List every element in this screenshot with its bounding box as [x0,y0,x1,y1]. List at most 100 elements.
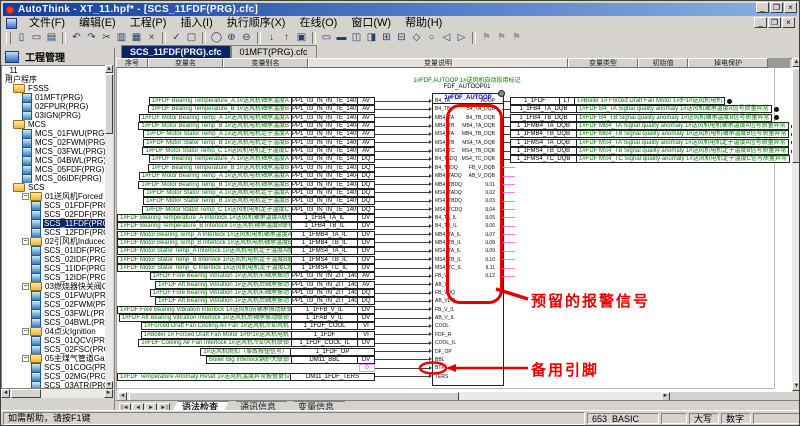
input-desc-box[interactable]: 1#FDF Temperature Anomaly Reset 1#送风机温度异… [117,373,291,381]
input-signal-box[interactable]: 1_1FMS4_TB_IL [291,256,358,264]
tree-item[interactable]: SCS_02FSC(PRG) [2,345,105,354]
collapse-icon[interactable]: − [22,355,29,362]
tree-item[interactable]: 02FPUR(PRG) [2,102,105,111]
output-signal-box[interactable]: 1_1FMS4_TB_DQB [510,147,577,155]
tree-item[interactable]: −02引风机Induced Draft [2,237,105,246]
input-desc-box[interactable]: 1#FDF Fore Bearing Vibration 1#送风机前轴承振动 [150,272,292,280]
canvas-vscroll-thumb[interactable] [792,68,800,163]
constant-value-box[interactable]: 0 [359,364,375,372]
scroll-left-icon[interactable]: ◄ [1,389,10,398]
input-desc-box[interactable]: 1#FDF Motor Bearing Temp_B 1#送风机电机轴承温度B [138,181,292,189]
input-desc-box[interactable]: 1#FDF Motor Stator Temp_C 1#送风机电机定子温度C [142,206,292,214]
tree-item[interactable]: SCS_02FDF(PRG) [2,210,105,219]
child-close-icon[interactable]: × [782,17,795,28]
menu-item-4[interactable]: 执行顺序(X) [220,17,293,30]
tree-item[interactable]: −04点火Ignition [2,327,105,336]
input-signal-box[interactable]: 1_1FB4_TB_IL [291,222,358,230]
input-desc-box[interactable]: 1#FDF Motor Bearing Temp_A 1#送风机电机轴承温度A [139,172,292,180]
input-type-box[interactable]: AV [357,281,375,289]
tree-item[interactable]: −03燃烧器快关阀Quick-cl [2,282,105,291]
output-desc-box[interactable]: 1#FDF MB4_TA Signal quality anomaly 1#送风… [576,122,789,130]
input-desc-box[interactable]: 1#FDF Motor Bearing Temp_A 1#送风机电机轴承温度A [139,114,292,122]
tree-item[interactable]: SCS [2,183,105,192]
input-signal-box[interactable]: PP1_03_IN_IN_ZIT_1401B [291,297,358,305]
input-desc-box[interactable]: 1#FDF Motor Stator Temp_B 1#送风机电机定子温度B [143,197,292,205]
input-signal-box[interactable]: PP1_03_IN_IN_TE_1403A [291,155,358,163]
input-signal-box[interactable]: PP1_03_IN_IN_TE_1404B [291,181,358,189]
input-signal-box[interactable]: 1_1FDF_COOL [291,322,358,330]
input-signal-box[interactable]: PP1_03_IN_IN_ZIT_1401A [291,289,358,297]
tree-item[interactable]: SCS_01FDF(PRG) [2,201,105,210]
monitor-icon[interactable]: ▣ [294,31,309,45]
input-desc-box[interactable]: 1#FDF Aft Bearing Vibration Interlock 1#… [119,314,292,322]
input-type-box[interactable]: DQ [357,189,375,197]
input-signal-box[interactable]: 1_1FMS4_TA_IL [291,247,358,255]
input-signal-box[interactable]: DM11_1FDF_TERS [290,373,375,381]
menu-item-2[interactable]: 工程(P) [123,17,174,30]
column-header-2[interactable]: 变量别名 [223,58,308,68]
tree-item[interactable]: MCS_06IDF(PRG) [2,174,105,183]
tree-item[interactable]: SCS_12IDF(PRG) [2,273,105,282]
copy-icon[interactable]: ▥ [114,31,129,45]
tree-item[interactable]: SCS_02MG(PRG) [2,372,105,381]
input-type-box[interactable]: DQ [357,297,375,305]
input-signal-box[interactable]: 1_1FDF_COOL_IL [291,339,358,347]
input-signal-box[interactable]: PP1_03_IN_IN_TE_1404A [291,114,358,122]
input-type-box[interactable]: AV [357,147,375,155]
input-desc-box[interactable]: 1#FDF Motor Bearing Temp_B Interlock 1#送… [117,239,292,247]
child-restore-icon[interactable]: ❐ [768,17,781,28]
block-tool-2-icon[interactable]: ▬ [334,31,349,45]
input-signal-box[interactable]: PP1_03_IN_IN_TE_1404B [291,122,358,130]
input-desc-box[interactable]: 1#FDF Motor Stator Temp_A 1#送风机电机定子温度A [143,130,292,138]
input-desc-box[interactable]: 1#FDF Motor Stator Temp_C Interlock 1#送风… [117,264,292,272]
toolbar-grip[interactable] [6,32,11,44]
tree-item[interactable]: MCS_03FWL(PRG) [2,147,105,156]
output-signal-box[interactable]: 1_1FMB4_TB_DQB [510,130,577,138]
tree-item[interactable]: MCS_04BWL(PRG) [2,156,105,165]
output-desc-box[interactable]: 1#FDF MS4_TB Signal quality anomaly 1#送风… [576,147,789,155]
input-type-box[interactable]: DQ [357,197,375,205]
input-signal-box[interactable]: PP1_03_IN_IN_TE_1405A [291,189,358,197]
input-desc-box[interactable]: 1#FDF Bearing Temperature_B 1#送风机轴承温度B [148,164,292,172]
scroll-up-icon[interactable]: ▲ [105,65,113,73]
input-type-box[interactable]: DQ [357,289,375,297]
collapse-icon[interactable]: − [22,328,29,335]
doc-tab-1[interactable]: 01MFT(PRG).cfc [231,45,317,58]
input-desc-box[interactable]: Boiler Big Interlock锅炉大联锁 [206,356,292,364]
input-signal-box[interactable]: PP1_03_IN_IN_TE_1403B [291,105,358,113]
close-icon[interactable]: × [784,2,797,13]
tree-item[interactable]: _11 [2,66,105,75]
delete-icon[interactable]: × [144,31,159,45]
menu-item-3[interactable]: 插入(I) [173,17,219,30]
input-signal-box[interactable]: 1_1FMS4_TC_IL [291,264,358,272]
input-desc-box[interactable]: 1#FDF Bearing Temperature_B 1#送风机轴承温度B [148,105,292,113]
input-type-box[interactable]: AV [357,139,375,147]
tree-item[interactable]: SCS_01FWU(PRG) [2,291,105,300]
paste-icon[interactable]: ▦ [129,31,144,45]
output-signal-box[interactable]: 1_1FDF [510,97,560,105]
input-type-box[interactable]: AV [357,114,375,122]
title-bar[interactable]: AutoThink - XT_11.hpf* - [SCS_11FDF(PRG)… [3,3,797,16]
tree-item[interactable]: SCS_01COG(PRG) [2,363,105,372]
minimize-icon[interactable]: _ [756,2,769,13]
menu-item-7[interactable]: 帮助(H) [398,17,449,30]
zoom-out-icon[interactable]: ⊖ [239,31,254,45]
block-tool-4-icon[interactable]: ◨ [364,31,379,45]
input-desc-box[interactable]: 1#FDF Cooling Air Fan Interlock 1#送风机冷却风… [138,339,292,347]
scroll-up-icon[interactable]: ▲ [792,58,800,67]
scroll-right-icon[interactable]: ► [104,389,113,398]
input-type-box[interactable]: DV [357,222,375,230]
output-signal-box[interactable]: 1_1FMB4_TA_DQB [510,122,577,130]
input-desc-box[interactable]: 1#FDF Aft Bearing Vibration 1#送风机后轴承振动 [155,297,292,305]
block-tool-1-icon[interactable]: ▭ [319,31,334,45]
block-tool-7-icon[interactable]: ◇ [409,31,424,45]
restore-icon[interactable]: ❐ [770,2,783,13]
child-minimize-icon[interactable]: _ [754,17,767,28]
collapse-icon[interactable]: − [22,238,29,245]
input-type-box[interactable]: VI [357,331,375,339]
input-type-box[interactable]: DV [357,339,375,347]
cfc-canvas[interactable]: 1#FDF_AUTOOP1#FDF AUTOOP 1#送风机自动投用标记FDF_… [116,68,792,391]
menu-item-0[interactable]: 文件(F) [22,17,72,30]
input-signal-box[interactable]: 1_1FMB4_TA_IL [291,231,358,239]
input-type-box[interactable]: DQ [357,206,375,214]
